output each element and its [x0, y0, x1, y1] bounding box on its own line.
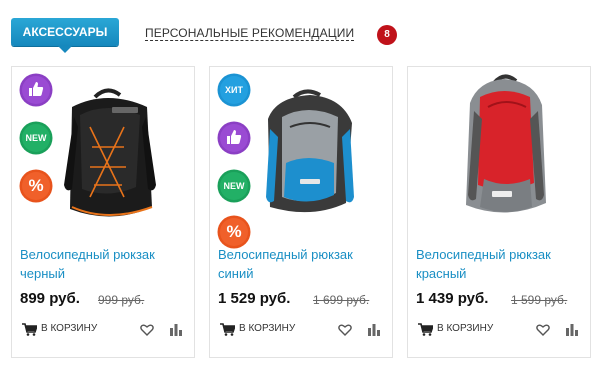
sale-badge: % — [217, 215, 251, 249]
new-badge: NEW — [217, 169, 251, 203]
add-to-cart-label: В КОРЗИНУ — [437, 323, 494, 334]
red-backpack-image — [466, 74, 546, 213]
cart-icon — [220, 322, 235, 336]
product-title[interactable]: Велосипедный рюкзак черный — [20, 245, 190, 283]
sale-badge: % — [19, 169, 53, 203]
product-image[interactable]: ХИТ NEW % — [210, 67, 392, 249]
product-price: 899 руб. — [20, 290, 80, 307]
tab-caret — [58, 46, 72, 53]
product-card[interactable]: NEW % Велосипедный рюкзак черный 899 руб… — [11, 66, 195, 358]
product-old-price: 999 руб. — [98, 293, 145, 307]
sale-badge-label: % — [226, 222, 242, 241]
favorite-heart-icon[interactable] — [338, 323, 352, 337]
tab-accessories-label: АКСЕССУАРЫ — [22, 25, 108, 39]
compare-icon[interactable] — [566, 322, 578, 336]
recommendations-count-badge: 8 — [377, 25, 397, 45]
favorite-heart-icon[interactable] — [140, 323, 154, 337]
add-to-cart-label: В КОРЗИНУ — [41, 323, 98, 334]
product-title[interactable]: Велосипедный рюкзак синий — [218, 245, 388, 283]
new-badge: NEW — [19, 121, 53, 155]
hit-badge-label: ХИТ — [225, 85, 243, 95]
product-price: 1 439 руб. — [416, 290, 489, 307]
add-to-cart-button[interactable]: В КОРЗИНУ — [22, 321, 97, 337]
like-badge — [217, 121, 251, 155]
product-image[interactable] — [408, 67, 590, 233]
product-old-price: 1 599 руб. — [511, 293, 568, 307]
product-card[interactable]: ХИТ NEW % Велосипедный рюкзак синий 1 52… — [209, 66, 393, 358]
add-to-cart-label: В КОРЗИНУ — [239, 323, 296, 334]
product-image[interactable]: NEW % — [12, 67, 194, 233]
compare-icon[interactable] — [170, 322, 182, 336]
thumb-up-icon — [29, 82, 44, 96]
compare-icon[interactable] — [368, 322, 380, 336]
tabs-bar: АКСЕССУАРЫ ПЕРСОНАЛЬНЫЕ РЕКОМЕНДАЦИИ 8 — [0, 0, 604, 60]
add-to-cart-button[interactable]: В КОРЗИНУ — [418, 321, 493, 337]
product-old-price: 1 699 руб. — [313, 293, 370, 307]
cart-icon — [22, 322, 37, 336]
hit-badge: ХИТ — [217, 73, 251, 107]
product-title[interactable]: Велосипедный рюкзак красный — [416, 245, 586, 283]
sale-badge-label: % — [28, 176, 44, 195]
tab-accessories[interactable]: АКСЕССУАРЫ — [11, 18, 119, 53]
product-price: 1 529 руб. — [218, 290, 291, 307]
new-badge-label: NEW — [25, 133, 47, 143]
cart-icon — [418, 322, 433, 336]
like-badge — [19, 73, 53, 107]
new-badge-label: NEW — [223, 181, 245, 191]
tab-personal-recommendations[interactable]: ПЕРСОНАЛЬНЫЕ РЕКОМЕНДАЦИИ — [145, 26, 355, 41]
thumb-up-icon — [227, 130, 242, 144]
add-to-cart-button[interactable]: В КОРЗИНУ — [220, 321, 295, 337]
favorite-heart-icon[interactable] — [536, 323, 550, 337]
product-card[interactable]: Велосипедный рюкзак красный 1 439 руб. 1… — [407, 66, 591, 358]
